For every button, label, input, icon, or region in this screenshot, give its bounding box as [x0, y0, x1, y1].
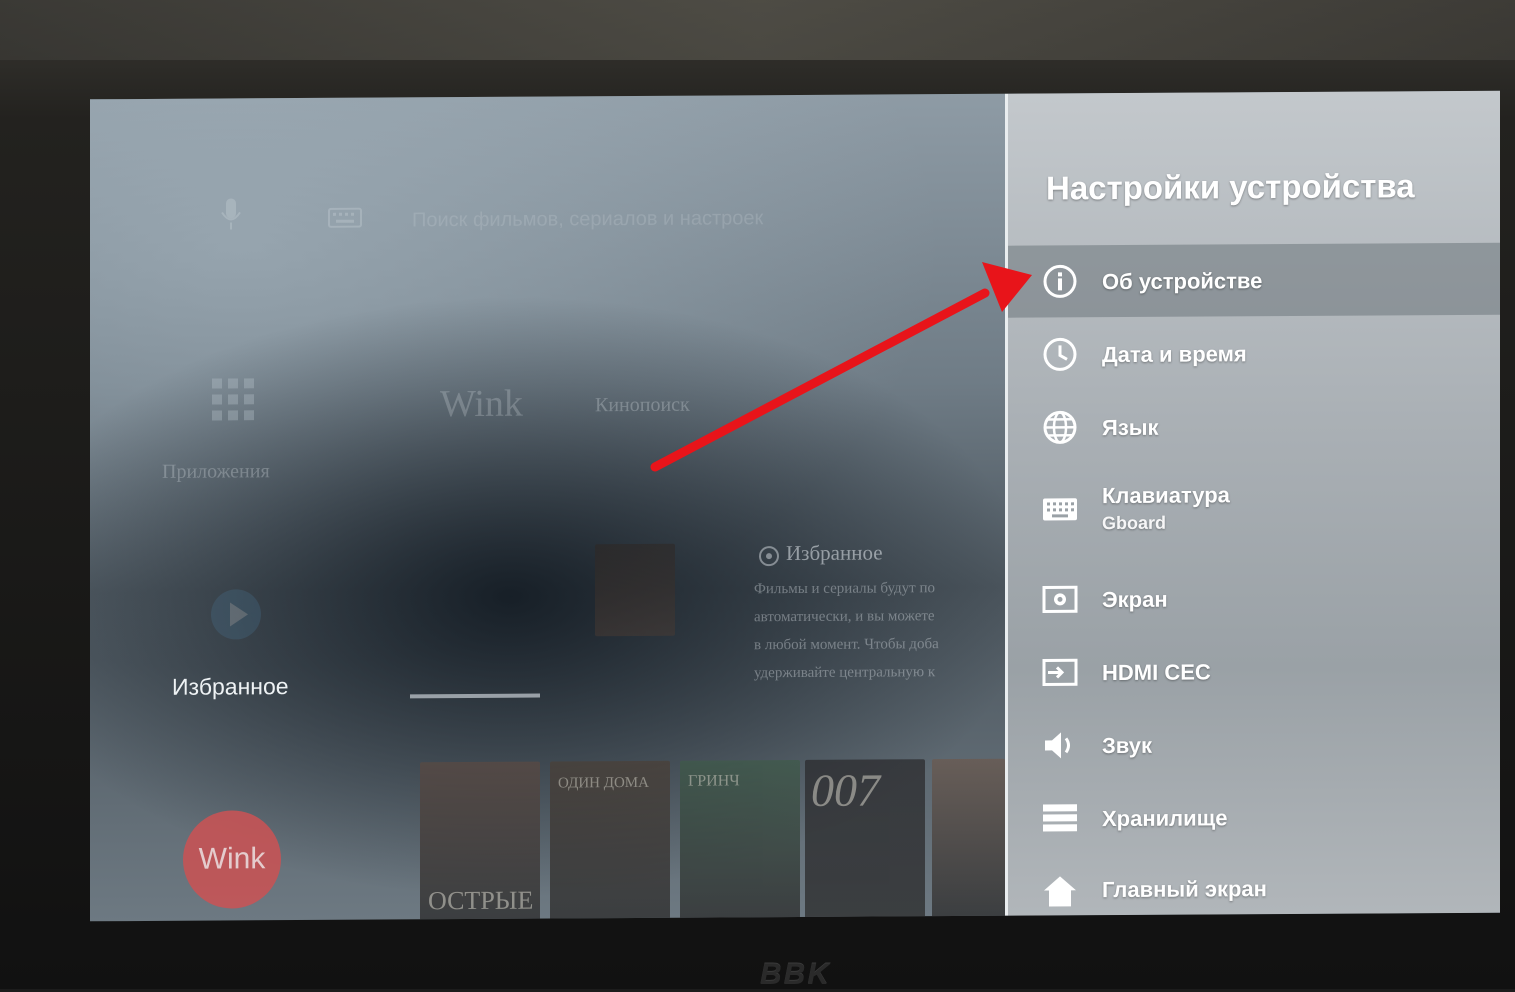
- poster-1[interactable]: ОСТРЫЕ: [420, 761, 540, 922]
- favorites-thumbnail[interactable]: [595, 543, 675, 637]
- clock-icon: [1043, 337, 1077, 371]
- menu-item-sound[interactable]: Звук: [1008, 707, 1500, 782]
- globe-icon: [1043, 410, 1077, 444]
- menu-item-language[interactable]: Язык: [1008, 389, 1500, 464]
- poster-title: ОСТРЫЕ: [428, 885, 534, 916]
- menu-label: Главный экран: [1102, 876, 1267, 903]
- play-icon: [211, 589, 261, 640]
- bezel-highlight: [0, 0, 1515, 60]
- screen-icon: [1042, 585, 1078, 613]
- settings-title: Настройки устройства: [1046, 167, 1415, 207]
- poster-5[interactable]: [932, 758, 1005, 920]
- launcher-background: Поиск фильмов, сериалов и настроек Прило…: [90, 94, 1005, 922]
- speaker-icon: [1045, 732, 1070, 759]
- apps-label: Приложения: [162, 460, 270, 483]
- keyboard-icon: [1043, 498, 1077, 521]
- menu-label: Клавиатура: [1102, 482, 1230, 509]
- row-channel-kinopoisk[interactable]: Кинопоиск: [595, 394, 690, 418]
- menu-label: Экран: [1102, 586, 1168, 613]
- menu-label: Звук: [1102, 732, 1153, 759]
- storage-icon: [1043, 804, 1077, 832]
- poster-title: 007: [811, 764, 880, 816]
- wink-logo-text: Wink: [198, 842, 266, 876]
- poster-3[interactable]: ГРИНЧ: [680, 759, 800, 921]
- favorites-panel-description: Фильмы и сериалы будут по автоматически,…: [754, 580, 939, 682]
- menu-sublabel: Gboard: [1102, 512, 1167, 534]
- poster-title: ГРИНЧ: [688, 772, 740, 790]
- device-settings-panel: Настройки устройства Об устройстве Дата …: [1005, 90, 1500, 916]
- favorites-panel-title: Избранное: [786, 540, 883, 566]
- menu-label: HDMI CEC: [1102, 659, 1211, 686]
- menu-item-screen[interactable]: Экран: [1008, 561, 1500, 636]
- menu-label: Язык: [1102, 414, 1159, 441]
- poster-title: ОДИН ДОМА: [558, 774, 649, 792]
- menu-item-keyboard[interactable]: Клавиатура Gboard: [1008, 463, 1500, 550]
- info-icon: [1043, 264, 1077, 298]
- poster-row: ОСТРЫЕ ОДИН ДОМА ГРИНЧ 007: [420, 758, 1005, 922]
- row-channel-wink[interactable]: Wink: [440, 382, 523, 427]
- menu-label: Об устройстве: [1102, 268, 1263, 295]
- hdmi-icon: [1042, 658, 1078, 686]
- keyboard-search-icon[interactable]: [328, 207, 362, 228]
- poster-2[interactable]: ОДИН ДОМА: [550, 760, 670, 922]
- menu-item-storage[interactable]: Хранилище: [1008, 780, 1500, 855]
- focus-indicator: [410, 693, 540, 699]
- menu-item-home-screen[interactable]: Главный экран: [1008, 853, 1500, 922]
- menu-item-date-time[interactable]: Дата и время: [1008, 316, 1500, 391]
- menu-label: Дата и время: [1102, 341, 1247, 368]
- tv-screen: Поиск фильмов, сериалов и настроек Прило…: [90, 90, 1500, 922]
- home-icon: [1044, 876, 1076, 907]
- search-input-hint[interactable]: Поиск фильмов, сериалов и настроек: [412, 207, 763, 232]
- apps-grid-icon[interactable]: [212, 378, 254, 421]
- info-circle-icon: [759, 546, 779, 567]
- microphone-icon[interactable]: [220, 198, 242, 230]
- wink-app-logo[interactable]: Wink: [183, 810, 281, 909]
- favorites-channel-label[interactable]: Избранное: [172, 673, 289, 701]
- menu-item-about-device[interactable]: Об устройстве: [1008, 242, 1500, 318]
- menu-label: Хранилище: [1102, 805, 1228, 832]
- monitor-brand-logo: BBK: [760, 958, 831, 991]
- poster-4[interactable]: 007: [805, 759, 925, 920]
- menu-item-hdmi-cec[interactable]: HDMI CEC: [1008, 634, 1500, 709]
